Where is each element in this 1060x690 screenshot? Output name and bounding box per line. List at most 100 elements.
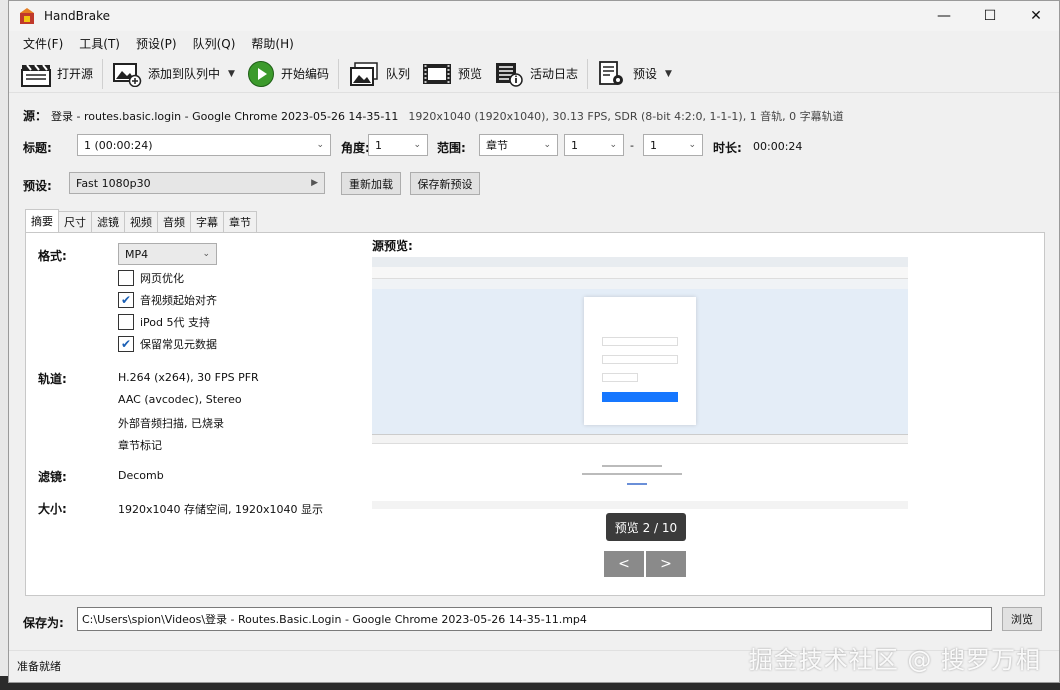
open-source-button[interactable]: 打开源	[15, 57, 99, 91]
chevron-down-icon: ⌄	[202, 249, 210, 259]
track-audio: AAC (avcodec), Stereo	[118, 393, 242, 406]
checkbox-label: iPod 5代 支持	[140, 316, 211, 329]
log-info-icon	[496, 62, 523, 87]
ipod-support-checkbox[interactable]: iPod 5代 支持	[118, 314, 210, 330]
tab-subtitles[interactable]: 字幕	[190, 211, 224, 232]
tab-dimensions[interactable]: 尺寸	[58, 211, 92, 232]
settings-tabs: 摘要 尺寸 滤镜 视频 音频 字幕 章节	[25, 209, 257, 232]
menu-file[interactable]: 文件(F)	[15, 35, 71, 52]
range-start-select[interactable]: 1 ⌄	[564, 134, 624, 156]
range-end-select[interactable]: 1 ⌄	[643, 134, 703, 156]
chevron-down-icon: ⌄	[609, 140, 617, 150]
tab-summary[interactable]: 摘要	[25, 209, 59, 232]
queue-button[interactable]: 队列	[342, 57, 416, 91]
save-path-field[interactable]: C:\Users\spion\Videos\登录 - Routes.Basic.…	[77, 607, 992, 631]
queue-images-icon	[349, 61, 378, 86]
handbrake-logo-icon	[20, 8, 34, 24]
web-optimize-checkbox[interactable]: 网页优化	[118, 270, 184, 286]
save-new-preset-button[interactable]: 保存新预设	[410, 172, 480, 195]
preview-devtools-link	[627, 483, 647, 485]
preview-browser-tabs	[372, 257, 908, 267]
preview-button[interactable]: 预览	[416, 57, 488, 91]
angle-select[interactable]: 1 ⌄	[368, 134, 428, 156]
preset-label: 预设:	[23, 179, 52, 193]
close-button[interactable]: ✕	[1013, 1, 1059, 31]
range-type-select[interactable]: 章节 ⌄	[479, 134, 558, 156]
film-strip-icon	[422, 63, 451, 84]
preview-captcha-field	[602, 373, 638, 382]
preset-select[interactable]: Fast 1080p30 ▶	[69, 172, 325, 194]
tab-chapters[interactable]: 章节	[223, 211, 257, 232]
preserve-metadata-checkbox[interactable]: ✔ 保留常见元数据	[118, 336, 217, 352]
angle-select-value: 1	[375, 138, 382, 152]
chevron-down-icon: ⌄	[316, 140, 324, 150]
activity-log-button[interactable]: 活动日志	[488, 57, 584, 91]
angle-label: 角度:	[341, 141, 370, 155]
range-end-value: 1	[650, 138, 657, 152]
watermark-text: 掘金技术社区 @ 搜罗万相	[748, 646, 1041, 674]
menu-help[interactable]: 帮助(H)	[243, 35, 301, 52]
title-label: 标题:	[23, 141, 52, 155]
source-name: 登录 - routes.basic.login - Google Chrome …	[51, 109, 399, 123]
presets-button[interactable]: 预设 ▼	[591, 57, 678, 91]
preview-username-field	[602, 337, 678, 346]
activity-log-label: 活动日志	[530, 67, 579, 81]
preview-login-button	[602, 392, 678, 402]
previous-preview-button[interactable]: <	[604, 551, 644, 577]
clapperboard-icon	[21, 63, 51, 87]
align-av-start-checkbox[interactable]: ✔ 音视频起始对齐	[118, 292, 217, 308]
reload-preset-button[interactable]: 重新加载	[341, 172, 401, 195]
next-preview-button[interactable]: >	[646, 551, 686, 577]
filters-label: 滤镜:	[38, 470, 67, 484]
add-to-queue-button[interactable]: 添加到队列中 ▼	[106, 57, 241, 91]
chevron-down-icon[interactable]: ▼	[228, 69, 235, 79]
chevron-down-icon: ⌄	[543, 140, 551, 150]
handbrake-window: HandBrake — ☐ ✕ 文件(F) 工具(T) 预设(P) 队列(Q) …	[8, 0, 1060, 683]
preview-address-bar	[372, 267, 908, 279]
format-select-value: MP4	[125, 247, 149, 261]
preview-counter: 预览 2 / 10	[606, 513, 686, 541]
source-row: 源： 登录 - routes.basic.login - Google Chro…	[23, 107, 844, 124]
duration-value: 00:00:24	[753, 140, 803, 153]
status-text: 准备就绪	[17, 659, 61, 673]
toolbar-separator	[102, 58, 104, 89]
tab-video[interactable]: 视频	[124, 211, 158, 232]
checkbox-label: 保留常见元数据	[140, 338, 217, 351]
menu-presets[interactable]: 预设(P)	[128, 35, 185, 52]
toolbar-separator	[337, 58, 339, 89]
size-label: 大小:	[38, 502, 67, 516]
source-preview-label: 源预览:	[372, 239, 413, 253]
title-select[interactable]: 1 (00:00:24) ⌄	[77, 134, 331, 156]
source-preview-image	[372, 257, 908, 547]
minimize-button[interactable]: —	[921, 1, 967, 31]
maximize-button[interactable]: ☐	[967, 1, 1013, 31]
presets-label: 预设	[633, 67, 658, 81]
preview-password-field	[602, 355, 678, 364]
chevron-down-icon[interactable]: ▼	[665, 69, 672, 79]
play-icon	[247, 60, 274, 87]
open-source-label: 打开源	[57, 67, 94, 81]
tab-audio[interactable]: 音频	[157, 211, 191, 232]
duration-label: 时长:	[713, 141, 742, 155]
track-subtitle-scan: 外部音频扫描, 已烧录	[118, 417, 224, 430]
add-image-icon	[113, 62, 142, 87]
format-select[interactable]: MP4 ⌄	[118, 243, 217, 265]
range-type-value: 章节	[486, 139, 508, 152]
checkbox-label: 音视频起始对齐	[140, 294, 217, 307]
checkbox-box	[118, 314, 134, 330]
filters-value: Decomb	[118, 469, 164, 482]
window-title: HandBrake	[44, 9, 111, 23]
tab-filters[interactable]: 滤镜	[91, 211, 125, 232]
save-path-value: C:\Users\spion\Videos\登录 - Routes.Basic.…	[82, 613, 587, 626]
toolbar: 打开源 添加到队列中 ▼ 开始编码 队列 预览 活动日志 预设 ▼	[9, 55, 1059, 93]
start-encode-button[interactable]: 开始编码	[241, 57, 335, 91]
checkbox-box	[118, 270, 134, 286]
menu-tools[interactable]: 工具(T)	[71, 35, 128, 52]
format-label: 格式:	[38, 249, 67, 263]
queue-label: 队列	[385, 67, 410, 81]
add-to-queue-label: 添加到队列中	[148, 67, 221, 81]
checkmark-icon: ✔	[118, 292, 134, 308]
browse-button[interactable]: 浏览	[1002, 607, 1042, 631]
menu-queue[interactable]: 队列(Q)	[185, 35, 244, 52]
preview-bookmarks-bar	[372, 279, 908, 289]
